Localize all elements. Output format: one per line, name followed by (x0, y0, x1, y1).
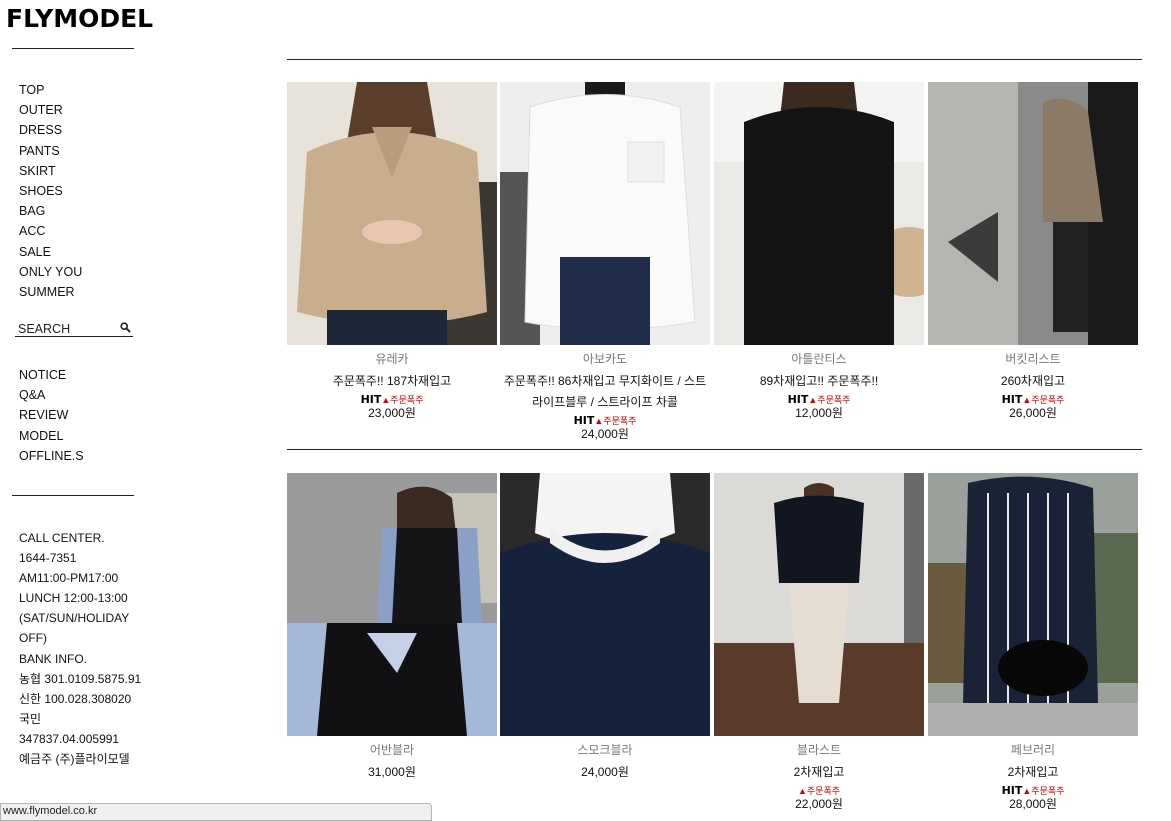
search-field[interactable]: SEARCH (15, 318, 133, 337)
product-badges: HIT▲주문폭주 (928, 784, 1138, 797)
product-card: 아보카도 주문폭주!! 86차재입고 무지화이트 / 스트라이프블루 / 스트라… (500, 82, 710, 441)
divider (287, 449, 1142, 450)
product-badges: HIT▲주문폭주 (287, 393, 497, 406)
menu-item-model[interactable]: MODEL (19, 426, 84, 446)
product-price: 24,000원 (581, 427, 629, 441)
menu-item-notice[interactable]: NOTICE (19, 365, 84, 385)
info-line: LUNCH 12:00-13:00 (19, 591, 128, 606)
product-name[interactable]: 버킷리스트 (928, 351, 1138, 367)
product-price: 22,000원 (795, 797, 843, 811)
info-line: (SAT/SUN/HOLIDAY OFF) (19, 611, 130, 646)
product-description: 2차재입고 (1007, 765, 1059, 779)
product-image[interactable] (287, 473, 497, 736)
menu-item-only-you[interactable]: ONLY YOU (19, 262, 82, 282)
community-menu: NOTICE Q&A REVIEW MODEL OFFLINE.S (19, 365, 84, 466)
hit-badge: HIT (787, 393, 809, 406)
hit-badge: HIT (1001, 393, 1023, 406)
hit-badge: HIT (360, 393, 382, 406)
product-image[interactable] (714, 473, 924, 736)
product-card: 아틀란티스 89차재입고!! 주문폭주!! HIT▲주문폭주 12,000원 (714, 82, 924, 420)
hot-badge: ▲주문폭주 (381, 395, 424, 405)
menu-item-outer[interactable]: OUTER (19, 100, 82, 120)
product-card: 유레카 주문폭주!! 187차재입고 HIT▲주문폭주 23,000원 (287, 82, 497, 420)
info-line: BANK INFO. (19, 651, 88, 666)
info-line: CALL CENTER. (19, 531, 105, 545)
menu-item-bag[interactable]: BAG (19, 201, 82, 221)
hit-badge: HIT (573, 414, 595, 427)
product-price: 23,000원 (368, 406, 416, 420)
info-line: 신한 100.028.308020 (19, 691, 132, 706)
product-badges: ▲주문폭주 (714, 784, 924, 797)
product-description: 89차재입고!! 주문폭주!! (759, 374, 879, 388)
product-price: 26,000원 (1009, 406, 1057, 420)
menu-item-qna[interactable]: Q&A (19, 385, 84, 405)
info-line: 국민 347837.04.005991 (19, 711, 120, 746)
product-badges: HIT▲주문폭주 (714, 393, 924, 406)
product-card: 어반블라 31,000원 (287, 473, 497, 779)
menu-item-pants[interactable]: PANTS (19, 141, 82, 161)
status-bar-url: www.flymodel.co.kr (0, 803, 432, 821)
product-price: 12,000원 (795, 406, 843, 420)
info-line: AM11:00-PM17:00 (19, 571, 119, 586)
product-image[interactable] (500, 82, 710, 345)
hot-badge: ▲주문폭주 (1022, 786, 1065, 796)
info-line: 예금주 (주)플라이모델 (19, 752, 130, 767)
info-line: 농협 301.0109.5875.91 (19, 671, 142, 686)
hot-badge: ▲주문폭주 (1022, 395, 1065, 405)
product-price: 31,000원 (368, 765, 416, 779)
product-image[interactable] (928, 82, 1138, 345)
product-name[interactable]: 아틀란티스 (714, 351, 924, 367)
menu-item-sale[interactable]: SALE (19, 242, 82, 262)
divider (12, 495, 134, 496)
product-name[interactable]: 유레카 (287, 351, 497, 367)
product-badges: HIT▲주문폭주 (500, 414, 710, 427)
product-image[interactable] (287, 82, 497, 345)
product-name[interactable]: 블라스트 (714, 742, 924, 758)
product-name[interactable]: 아보카도 (500, 351, 710, 367)
hot-badge: ▲주문폭주 (797, 786, 841, 796)
hit-badge: HIT (1001, 784, 1023, 797)
category-menu: TOP OUTER DRESS PANTS SKIRT SHOES BAG AC… (19, 80, 82, 302)
menu-item-skirt[interactable]: SKIRT (19, 161, 82, 181)
search-icon[interactable] (120, 322, 131, 333)
menu-item-dress[interactable]: DRESS (19, 120, 82, 140)
product-name[interactable]: 페브러리 (928, 742, 1138, 758)
product-name[interactable]: 스모크블라 (500, 742, 710, 758)
info-line: 1644-7351 (19, 551, 77, 566)
search-label: SEARCH (18, 322, 71, 336)
menu-item-offline[interactable]: OFFLINE.S (19, 446, 84, 466)
customer-info: CALL CENTER. 1644-7351 AM11:00-PM17:00 L… (19, 528, 144, 769)
product-image[interactable] (500, 473, 710, 736)
product-card: 블라스트 2차재입고 ▲주문폭주 22,000원 (714, 473, 924, 811)
product-card: 페브러리 2차재입고 HIT▲주문폭주 28,000원 (928, 473, 1138, 811)
product-card: 스모크블라 24,000원 (500, 473, 710, 779)
product-image[interactable] (714, 82, 924, 345)
product-description: 260차재입고 (1000, 374, 1066, 388)
menu-item-top[interactable]: TOP (19, 80, 82, 100)
product-name[interactable]: 어반블라 (287, 742, 497, 758)
divider (287, 59, 1142, 60)
product-description: 주문폭주!! 187차재입고 (332, 374, 452, 388)
logo[interactable]: FLYMODEL (6, 4, 153, 33)
hot-badge: ▲주문폭주 (594, 416, 637, 426)
product-badges: HIT▲주문폭주 (928, 393, 1138, 406)
menu-item-shoes[interactable]: SHOES (19, 181, 82, 201)
divider (12, 48, 134, 49)
product-description: 2차재입고 (793, 765, 845, 779)
product-price: 24,000원 (581, 765, 629, 779)
product-description: 주문폭주!! 86차재입고 무지화이트 / 스트라이프블루 / 스트라이프 차콜 (503, 374, 707, 409)
product-card: 버킷리스트 260차재입고 HIT▲주문폭주 26,000원 (928, 82, 1138, 420)
product-image[interactable] (928, 473, 1138, 736)
menu-item-acc[interactable]: ACC (19, 221, 82, 241)
menu-item-review[interactable]: REVIEW (19, 405, 84, 425)
menu-item-summer[interactable]: SUMMER (19, 282, 82, 302)
product-price: 28,000원 (1009, 797, 1057, 811)
hot-badge: ▲주문폭주 (808, 395, 851, 405)
